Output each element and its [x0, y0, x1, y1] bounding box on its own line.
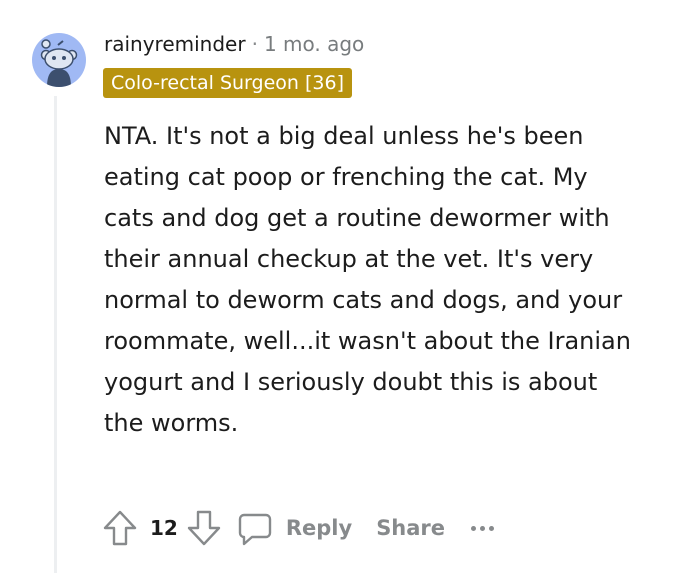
meta-separator: · — [251, 32, 258, 56]
more-options-button[interactable] — [471, 525, 495, 531]
comment-timestamp[interactable]: 1 mo. ago — [264, 32, 364, 56]
user-avatar[interactable] — [32, 33, 86, 87]
upvote-button[interactable] — [102, 509, 138, 547]
comment: rainyreminder · 1 mo. ago Colo-rectal Surg… — [0, 0, 700, 573]
snoo-avatar-icon — [40, 39, 78, 87]
more-dot-icon — [480, 525, 486, 531]
user-flair: Colo-rectal Surgeon [36] — [103, 68, 352, 98]
comment-body: NTA. It's not a big deal unless he's bee… — [104, 122, 631, 437]
more-dot-icon — [471, 525, 477, 531]
reply-label: Reply — [285, 516, 353, 540]
share-button[interactable]: Share — [376, 516, 445, 540]
thread-line[interactable] — [54, 96, 57, 573]
downvote-arrow-icon — [187, 510, 221, 546]
vote-score: 12 — [150, 516, 178, 540]
comment-bubble-icon — [238, 513, 272, 546]
comment-actions: 12 Reply Share — [102, 506, 495, 550]
more-dot-icon — [489, 525, 495, 531]
downvote-button[interactable] — [186, 509, 222, 547]
comment-meta: rainyreminder · 1 mo. ago — [104, 30, 364, 58]
reply-button[interactable]: Reply — [236, 509, 352, 547]
author-username[interactable]: rainyreminder — [104, 32, 246, 56]
upvote-arrow-icon — [103, 510, 137, 546]
